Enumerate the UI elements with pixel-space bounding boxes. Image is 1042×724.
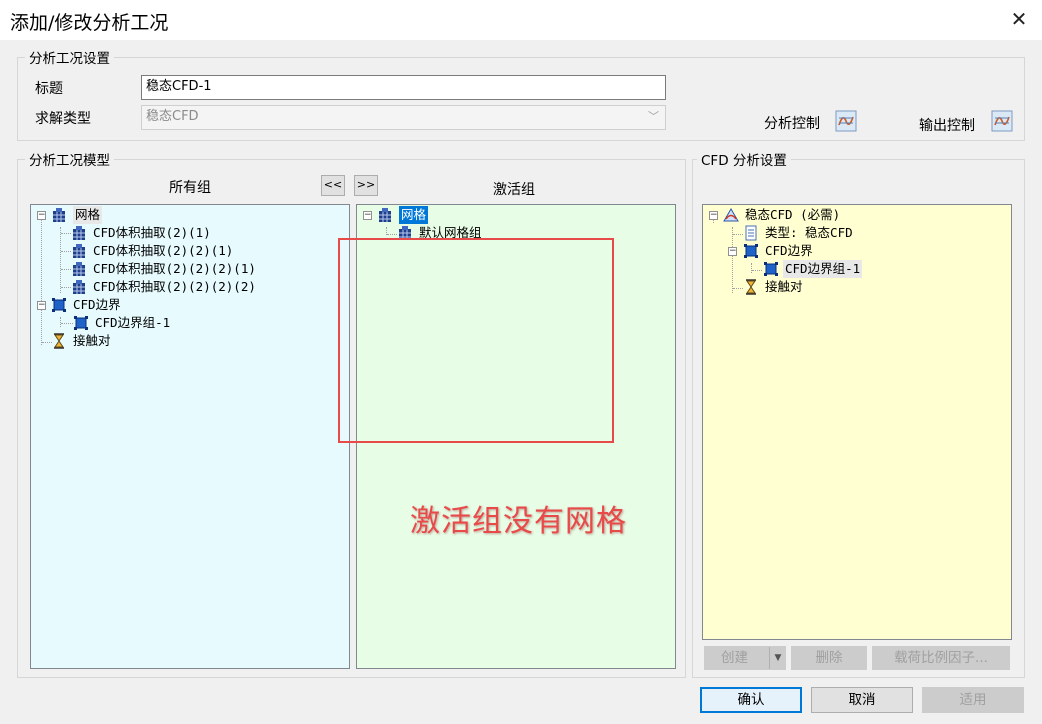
output-control-label: 输出控制 xyxy=(919,118,975,134)
boundary-icon xyxy=(764,262,778,276)
collapse-cfd-icon[interactable]: − xyxy=(709,211,718,220)
collapse-boundary-icon[interactable]: − xyxy=(37,301,46,310)
active-groups-header: 激活组 xyxy=(493,182,535,198)
mesh-group-icon xyxy=(73,280,85,294)
create-button[interactable]: 创建 ▼ xyxy=(704,646,786,670)
boundary-icon xyxy=(52,298,66,312)
load-factor-button[interactable]: 载荷比例因子... xyxy=(872,646,1010,670)
collapse-cfd-boundary-icon[interactable]: − xyxy=(728,247,737,256)
analysis-control-label: 分析控制 xyxy=(764,116,820,132)
analysis-control-icon xyxy=(835,110,857,132)
chevron-down-icon: ﹀ xyxy=(648,110,659,123)
mesh-group-icon xyxy=(53,208,65,222)
tree-item-cfd-volume-3[interactable]: CFD体积抽取(2)(2)(2)(1) xyxy=(71,260,258,278)
contact-icon xyxy=(746,279,756,295)
tree-item-cfd-boundary[interactable]: CFD边界 xyxy=(51,296,123,314)
mesh-group-icon xyxy=(73,226,85,240)
cfd-analysis-icon xyxy=(723,208,739,222)
all-groups-panel[interactable]: − 网格 CFD体积抽取(2)(1) CFD体积抽取(2)(2)(1) CFD体… xyxy=(30,204,350,669)
tree-item-mesh[interactable]: 网格 xyxy=(51,206,103,224)
boundary-icon xyxy=(744,244,758,258)
mesh-group-icon xyxy=(379,208,391,222)
tree-item-cfd-volume-4[interactable]: CFD体积抽取(2)(2)(2)(2) xyxy=(71,278,258,296)
output-control-button[interactable] xyxy=(991,110,1013,132)
output-control-icon xyxy=(991,110,1013,132)
tree-item-cfd-boundary-group-settings[interactable]: CFD边界组-1 xyxy=(763,260,863,278)
create-button-label: 创建 xyxy=(721,650,748,666)
dropdown-arrow-icon[interactable]: ▼ xyxy=(769,647,786,669)
close-icon[interactable]: ✕ xyxy=(1005,6,1033,32)
move-right-button[interactable]: >> xyxy=(354,175,378,196)
apply-button[interactable]: 适用 xyxy=(922,687,1024,713)
tree-item-contact[interactable]: 接触对 xyxy=(51,332,113,350)
window-title: 添加/修改分析工况 xyxy=(10,12,169,34)
analysis-control-button[interactable] xyxy=(835,110,857,132)
annotation-text: 激活组没有网格 xyxy=(410,504,627,539)
collapse-mesh-icon[interactable]: − xyxy=(37,211,46,220)
delete-button[interactable]: 删除 xyxy=(791,646,867,670)
confirm-button[interactable]: 确认 xyxy=(700,687,802,713)
mesh-group-icon xyxy=(73,262,85,276)
tree-item-cfd-boundary-settings[interactable]: CFD边界 xyxy=(743,242,815,260)
annotation-box xyxy=(338,238,614,443)
cfd-tree-panel[interactable]: − 稳态CFD (必需) 类型: 稳态CFD − CFD边界 CFD边界组-1 … xyxy=(702,204,1012,640)
tree-item-cfd-volume-2[interactable]: CFD体积抽取(2)(2)(1) xyxy=(71,242,235,260)
solve-type-label: 求解类型 xyxy=(35,111,91,127)
all-groups-header: 所有组 xyxy=(169,180,211,196)
settings-group-title: 分析工况设置 xyxy=(25,47,114,67)
cfd-group-title: CFD 分析设置 xyxy=(697,149,791,169)
tree-item-type[interactable]: 类型: 稳态CFD xyxy=(743,224,855,242)
tree-item-active-mesh[interactable]: 网格 xyxy=(377,206,429,224)
solve-type-value: 稳态CFD xyxy=(146,109,199,124)
move-left-button[interactable]: << xyxy=(321,175,345,196)
mesh-group-icon xyxy=(73,244,85,258)
model-group-title: 分析工况模型 xyxy=(25,149,114,169)
tree-item-cfd-boundary-group[interactable]: CFD边界组-1 xyxy=(73,314,172,332)
title-label: 标题 xyxy=(35,81,63,97)
title-input[interactable]: 稳态CFD-1 xyxy=(141,75,666,100)
collapse-active-mesh-icon[interactable]: − xyxy=(363,211,372,220)
document-icon xyxy=(745,225,757,241)
contact-icon xyxy=(54,333,64,349)
tree-item-steady-cfd[interactable]: 稳态CFD (必需) xyxy=(723,206,842,224)
tree-item-contact-settings[interactable]: 接触对 xyxy=(743,278,805,296)
solve-type-select[interactable]: 稳态CFD ﹀ xyxy=(141,105,666,130)
boundary-icon xyxy=(74,316,88,330)
cancel-button[interactable]: 取消 xyxy=(811,687,913,713)
tree-item-cfd-volume-1[interactable]: CFD体积抽取(2)(1) xyxy=(71,224,213,242)
